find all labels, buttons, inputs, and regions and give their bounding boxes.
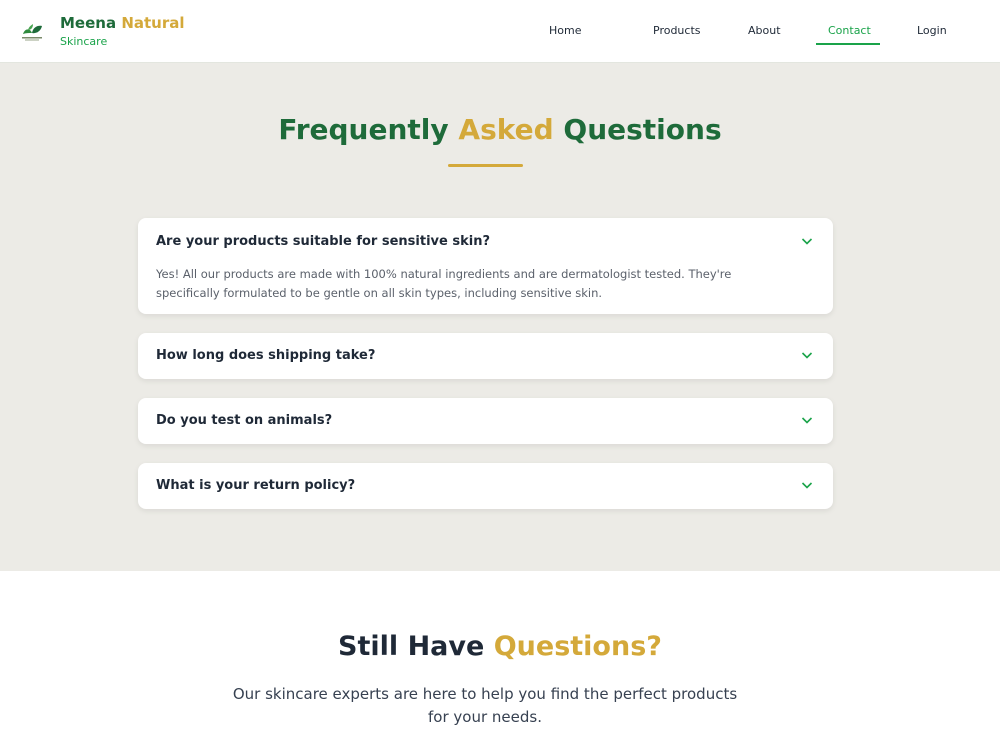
chevron-down-icon[interactable] [801,415,813,425]
contact-description: Our skincare experts are here to help yo… [232,685,738,726]
faq-item[interactable]: How long does shipping take? [138,333,833,379]
faq-item[interactable]: What is your return policy? [138,463,833,509]
faq-question: Do you test on animals? [156,413,333,428]
nav-active-indicator [816,43,880,45]
faq-question: What is your return policy? [156,478,356,493]
nav-about[interactable]: About [748,24,781,37]
contact-section: Still Have Questions? Our skincare exper… [0,571,1000,749]
faq-item[interactable]: Do you test on animals? [138,398,833,444]
faq-question: How long does shipping take? [156,348,376,363]
main-nav: Home Products About Contact Login [0,0,1000,63]
site-header: Meena Natural Skincare Home Products Abo… [0,0,1000,63]
chevron-down-icon[interactable] [801,350,813,360]
title-divider [448,164,523,167]
nav-login[interactable]: Login [917,24,947,37]
nav-contact[interactable]: Contact [828,24,871,37]
faq-answer: Yes! All our products are made with 100%… [156,267,732,300]
faq-section: Frequently Asked Questions Are your prod… [0,63,1000,571]
nav-products[interactable]: Products [653,24,701,37]
chevron-down-icon[interactable] [801,236,813,246]
nav-home[interactable]: Home [549,24,581,37]
contact-title: Still Have Questions? [338,631,662,662]
faq-title: Frequently Asked Questions [278,113,722,146]
faq-item[interactable]: Are your products suitable for sensitive… [138,218,833,314]
faq-question: Are your products suitable for sensitive… [156,234,490,249]
chevron-down-icon[interactable] [801,480,813,490]
